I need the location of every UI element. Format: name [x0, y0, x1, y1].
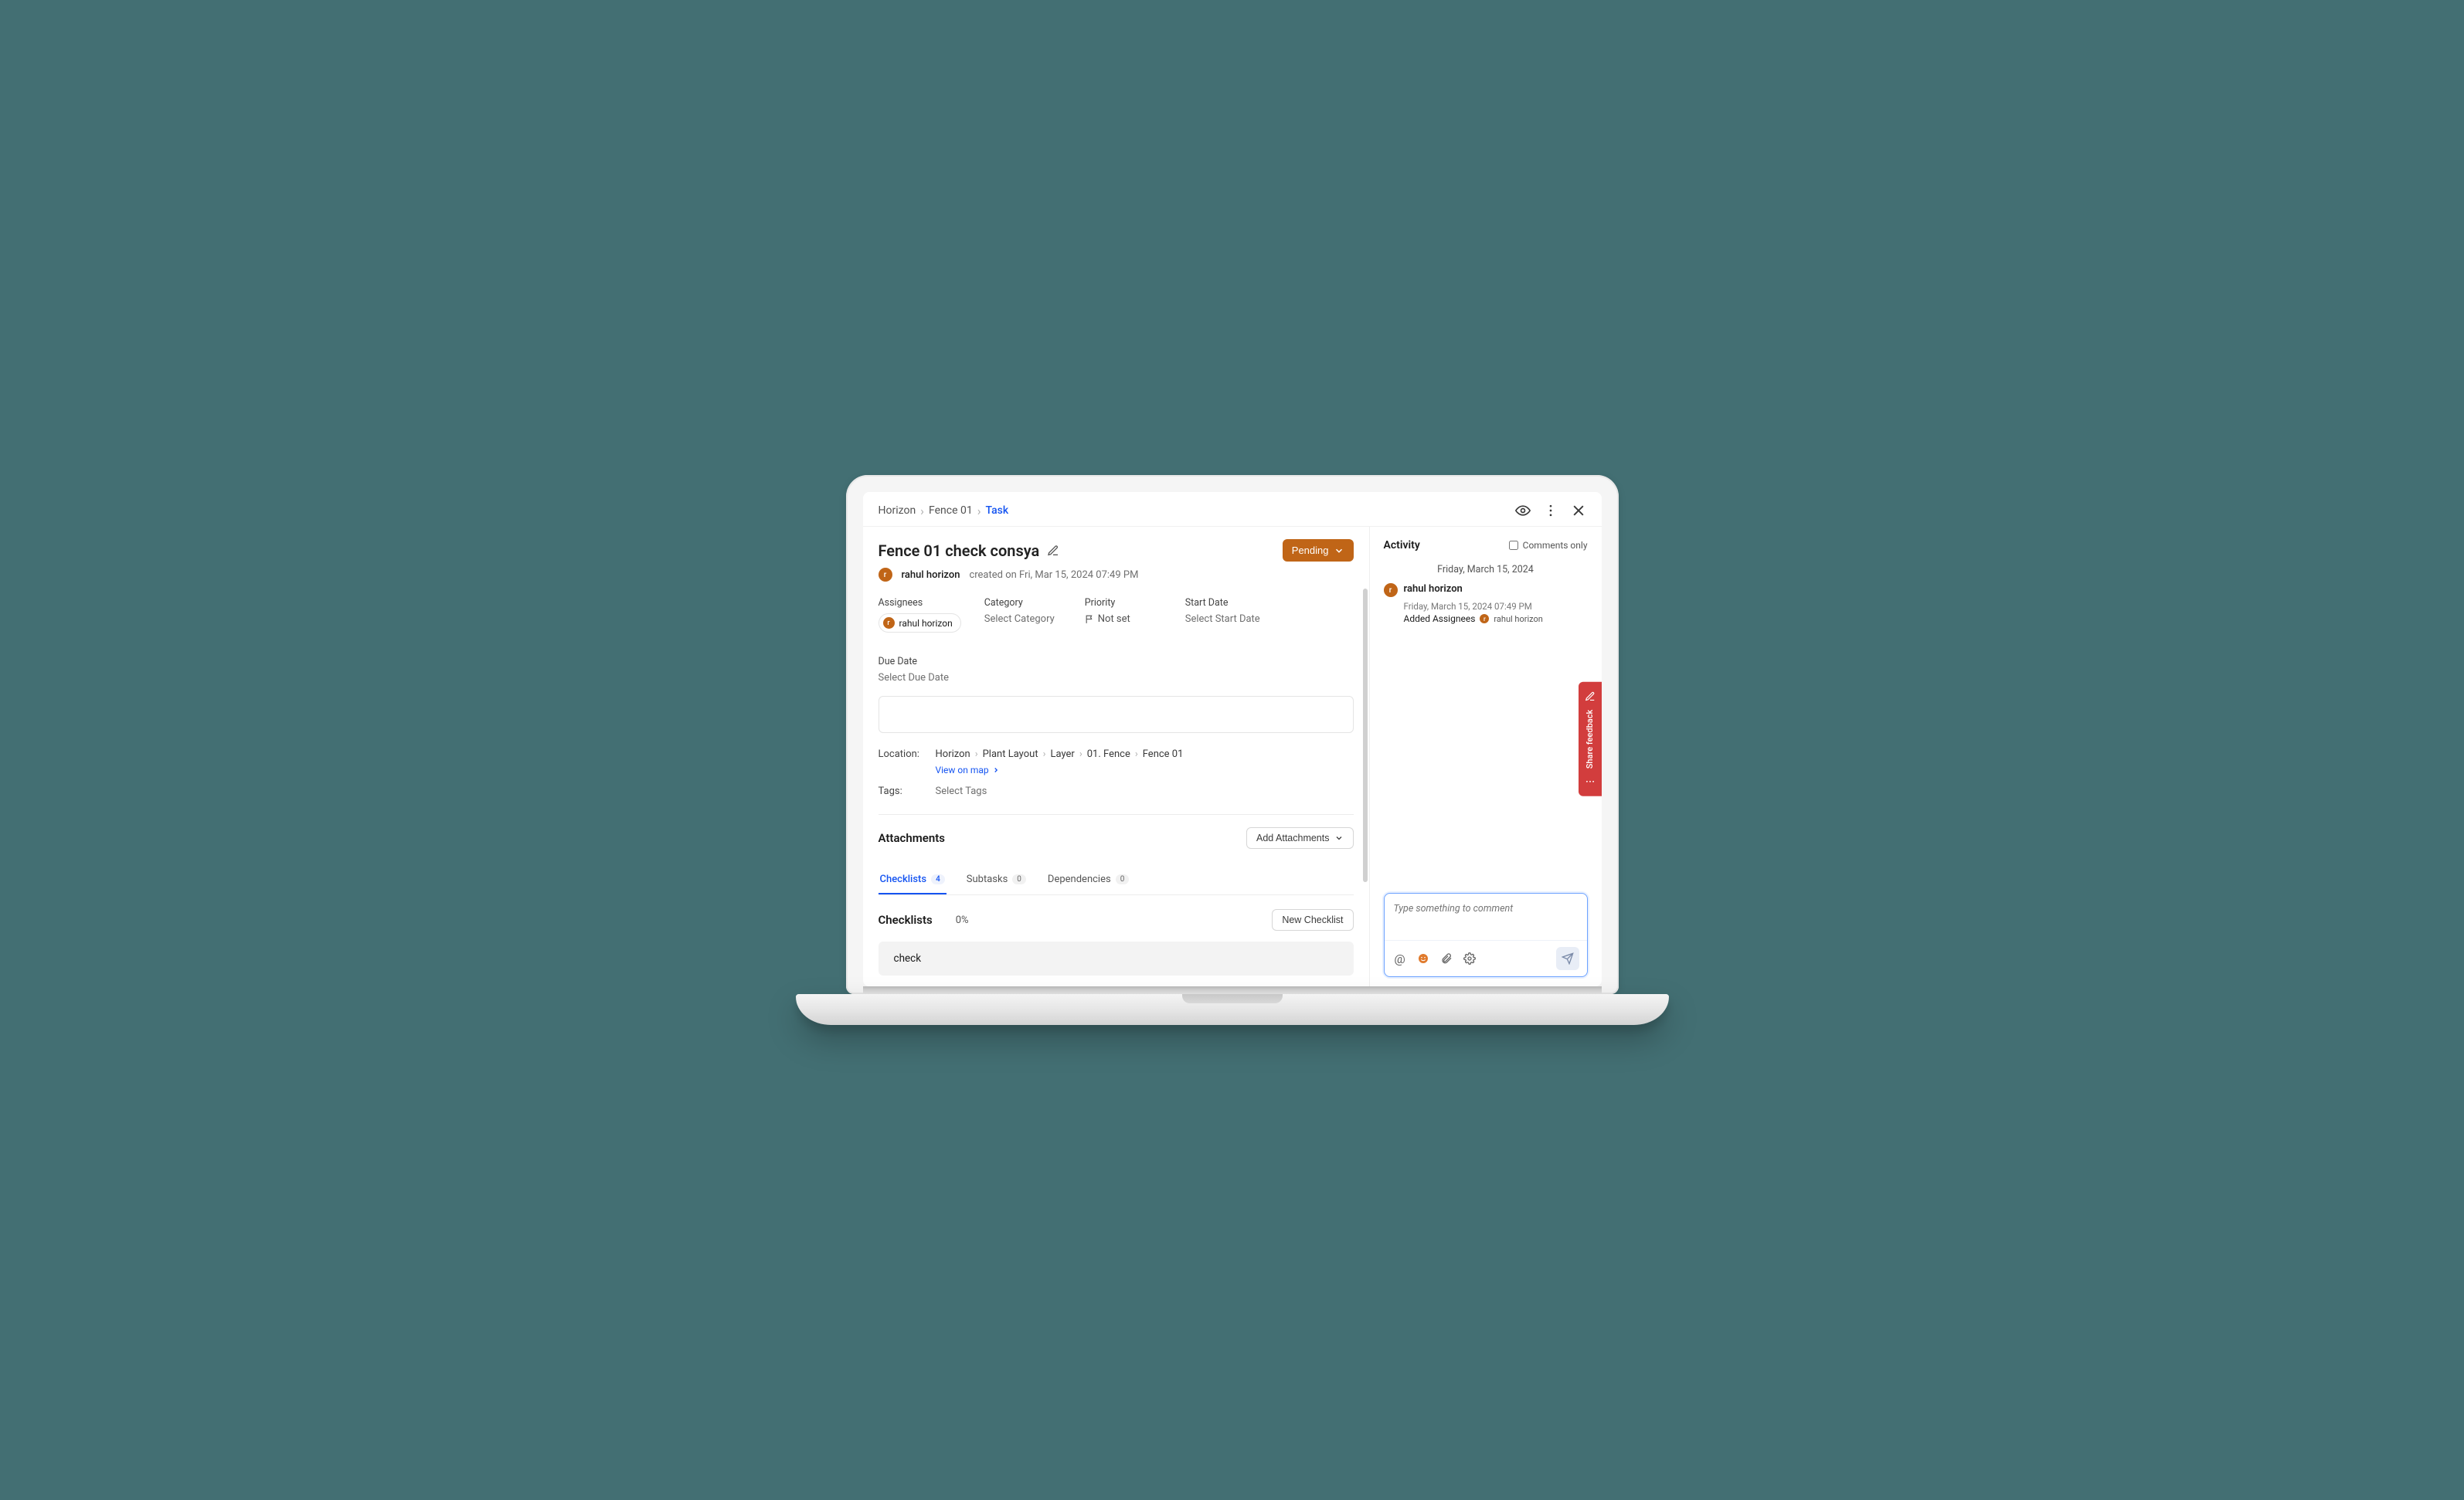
duedate-value[interactable]: Select Due Date [879, 672, 956, 684]
tab-subtasks[interactable]: Subtasks 0 [965, 866, 1028, 894]
creator-name: rahul horizon [902, 569, 960, 581]
description-box[interactable] [879, 696, 1354, 733]
top-bar: Horizon › Fence 01 › Task [863, 492, 1602, 527]
creator-row: r rahul horizon created on Fri, Mar 15, … [879, 568, 1354, 582]
crumb-horizon[interactable]: Horizon [879, 504, 916, 517]
attachments-title: Attachments [879, 831, 945, 845]
checklist-item[interactable]: check [879, 942, 1354, 976]
tab-dependencies-count: 0 [1116, 874, 1130, 884]
send-icon [1562, 952, 1574, 965]
pencil-icon [1585, 691, 1596, 702]
checklist-progress: 0% [956, 915, 969, 926]
pencil-icon[interactable] [1047, 545, 1059, 557]
more-horizontal-icon [1585, 776, 1596, 787]
assignee-chip[interactable]: r rahul horizon [879, 613, 961, 633]
priority-value[interactable]: Not set [1085, 613, 1162, 625]
more-vertical-icon[interactable] [1543, 503, 1558, 518]
emoji-icon[interactable] [1417, 952, 1429, 965]
send-button[interactable] [1556, 947, 1579, 970]
tags-label: Tags: [879, 786, 917, 797]
activity-assignee-avatar: r [1480, 614, 1489, 623]
crumb-task[interactable]: Task [986, 504, 1009, 517]
comments-only-checkbox[interactable] [1509, 541, 1518, 550]
status-button[interactable]: Pending [1283, 539, 1354, 562]
tab-checklists[interactable]: Checklists 4 [879, 866, 947, 894]
share-feedback-tab[interactable]: Share feedback [1579, 682, 1602, 796]
location-label: Location: [879, 748, 917, 760]
progress-value: 0% [956, 915, 969, 926]
flag-icon [1085, 614, 1095, 624]
crumb-fence[interactable]: Fence 01 [929, 504, 973, 517]
feedback-label: Share feedback [1585, 710, 1595, 769]
activity-time: Friday, March 15, 2024 07:49 PM [1404, 601, 1532, 612]
startdate-label: Start Date [1185, 597, 1263, 609]
priority-label: Priority [1085, 597, 1162, 609]
activity-date-header: Friday, March 15, 2024 [1384, 564, 1588, 575]
tab-subtasks-count: 0 [1012, 874, 1026, 884]
close-icon[interactable] [1571, 503, 1586, 518]
mention-icon[interactable]: @ [1394, 952, 1406, 965]
location-breadcrumbs[interactable]: Horizon› Plant Layout› Layer› 01. Fence›… [936, 748, 1184, 760]
activity-action: Added Assignees [1404, 613, 1476, 624]
creator-avatar: r [879, 568, 892, 582]
activity-title: Activity [1384, 539, 1420, 551]
chevron-right-icon: › [920, 504, 924, 518]
chevron-down-icon [1334, 833, 1344, 843]
chevron-right-icon: › [977, 504, 981, 518]
category-value[interactable]: Select Category [984, 613, 1062, 625]
tab-checklists-count: 4 [931, 874, 945, 884]
breadcrumbs: Horizon › Fence 01 › Task [879, 504, 1515, 518]
add-attachments-button[interactable]: Add Attachments [1246, 827, 1354, 849]
category-label: Category [984, 597, 1062, 609]
status-label: Pending [1292, 545, 1329, 556]
assignee-name: rahul horizon [899, 618, 953, 629]
scrollbar[interactable] [1363, 589, 1368, 882]
new-checklist-button[interactable]: New Checklist [1272, 909, 1353, 931]
comment-box: @ [1384, 893, 1588, 977]
gear-icon[interactable] [1463, 952, 1476, 965]
eye-icon[interactable] [1515, 503, 1531, 518]
assignee-avatar: r [883, 617, 895, 629]
duedate-label: Due Date [879, 656, 956, 667]
created-on: created on Fri, Mar 15, 2024 07:49 PM [969, 569, 1138, 581]
chevron-down-icon [1334, 545, 1344, 556]
activity-user: rahul horizon [1404, 583, 1463, 595]
assignees-label: Assignees [879, 597, 961, 609]
startdate-value[interactable]: Select Start Date [1185, 613, 1263, 625]
activity-avatar: r [1384, 583, 1398, 597]
tab-dependencies[interactable]: Dependencies 0 [1046, 866, 1130, 894]
comments-only-toggle[interactable]: Comments only [1509, 540, 1588, 551]
comment-input[interactable] [1385, 894, 1587, 940]
task-title: Fence 01 check consya [879, 541, 1040, 560]
activity-item: r rahul horizon Friday, March 15, 2024 0… [1384, 583, 1588, 624]
tags-value[interactable]: Select Tags [936, 786, 987, 797]
checklists-title: Checklists [879, 913, 933, 927]
view-on-map-link[interactable]: View on map [936, 765, 1000, 775]
chevron-right-icon [992, 766, 1000, 774]
activity-assignee-name: rahul horizon [1494, 614, 1542, 624]
attachment-icon[interactable] [1440, 952, 1453, 965]
